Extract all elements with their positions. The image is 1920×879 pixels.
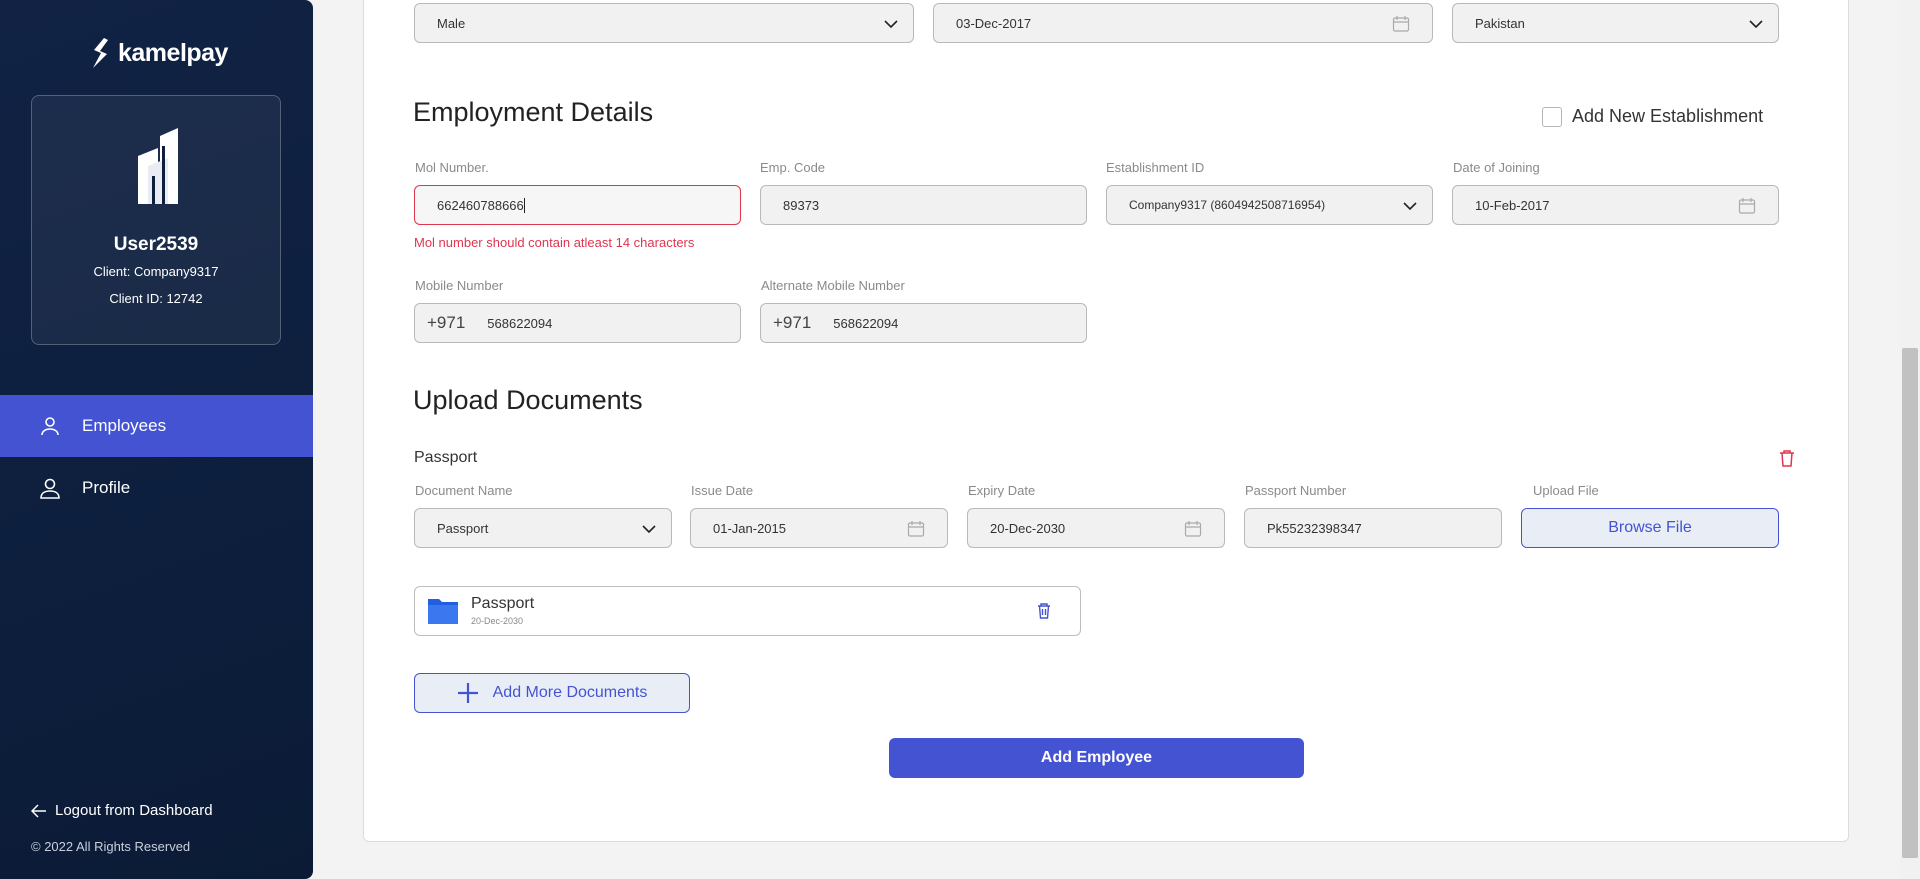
chevron-down-icon — [884, 20, 898, 29]
calendar-icon — [1392, 16, 1410, 32]
doc-name-label: Document Name — [415, 483, 513, 498]
add-employee-button[interactable]: Add Employee — [889, 738, 1304, 778]
calendar-icon — [1184, 521, 1202, 537]
user-icon — [40, 478, 60, 499]
nationality-select[interactable]: Pakistan — [1452, 3, 1779, 43]
document-heading: Passport — [414, 449, 478, 466]
expiry-date-field[interactable]: 20-Dec-2030 — [967, 508, 1225, 548]
mobile-prefix: +971 — [427, 313, 466, 332]
passport-number-value: Pk55232398347 — [1267, 520, 1362, 536]
emp-code-label: Emp. Code — [760, 160, 826, 175]
alt-mobile-prefix: +971 — [773, 313, 812, 332]
passport-number-label: Passport Number — [1245, 483, 1347, 498]
joining-label: Date of Joining — [1453, 160, 1540, 175]
mobile-value: 568622094 — [487, 315, 553, 331]
logout-label: Logout from Dashboard — [55, 802, 213, 819]
copyright: © 2022 All Rights Reserved — [31, 839, 191, 854]
delete-file-icon[interactable] — [1037, 602, 1051, 619]
emp-code-value: 89373 — [783, 197, 820, 213]
folder-icon — [428, 599, 458, 624]
upload-file-label: Upload File — [1533, 483, 1599, 498]
user-name: User2539 — [113, 234, 199, 255]
add-more-documents-button[interactable]: Add More Documents — [414, 673, 690, 713]
doc-name-value: Passport — [437, 520, 489, 536]
doc-name-select[interactable]: Passport — [414, 508, 672, 548]
mobile-label: Mobile Number — [415, 278, 504, 293]
establishment-select[interactable]: Company9317 (8604942508716954) — [1106, 185, 1433, 225]
sidebar: kamelpay User2539 Client: Company9317 Cl… — [0, 0, 313, 879]
browse-file-button[interactable]: Browse File — [1521, 508, 1779, 548]
scrollbar-thumb[interactable] — [1902, 348, 1918, 858]
mol-error-message: Mol number should contain atleast 14 cha… — [414, 235, 695, 250]
issue-date-label: Issue Date — [691, 483, 754, 498]
mobile-input[interactable]: +971 568622094 — [414, 303, 741, 343]
add-establishment-checkbox[interactable] — [1542, 107, 1562, 127]
kamelpay-logo-icon — [93, 38, 108, 68]
upload-documents-title: Upload Documents — [413, 385, 643, 415]
passport-number-input[interactable]: Pk55232398347 — [1244, 508, 1502, 548]
establishment-label: Establishment ID — [1106, 160, 1205, 175]
calendar-icon — [1738, 198, 1756, 214]
brand-logo[interactable]: kamelpay — [88, 36, 228, 70]
employment-title: Employment Details — [413, 97, 654, 127]
gender-select[interactable]: Male — [414, 3, 914, 43]
arrow-left-icon — [31, 803, 46, 818]
chevron-down-icon — [1749, 20, 1763, 29]
add-more-label: Add More Documents — [492, 684, 648, 701]
client-name: Client: Company9317 — [93, 264, 219, 279]
chevron-down-icon — [642, 525, 656, 534]
file-name: Passport — [471, 595, 535, 612]
add-establishment-label[interactable]: Add New Establishment — [1572, 106, 1763, 127]
user-icon — [41, 417, 59, 436]
mol-label: Mol Number. — [415, 160, 489, 175]
issue-date-value: 01-Jan-2015 — [713, 520, 786, 536]
client-id: Client ID: 12742 — [109, 291, 203, 306]
dob-value: 03-Dec-2017 — [956, 15, 1032, 31]
calendar-icon — [907, 521, 925, 537]
delete-document-icon[interactable] — [1779, 449, 1795, 467]
nav-item-employees[interactable]: Employees — [0, 395, 313, 457]
nav-item-label: Employees — [82, 416, 167, 435]
issue-date-field[interactable]: 01-Jan-2015 — [690, 508, 948, 548]
brand-name: kamelpay — [118, 38, 228, 67]
expiry-date-label: Expiry Date — [968, 483, 1036, 498]
nav-item-profile[interactable]: Profile — [0, 457, 313, 519]
logout-link[interactable]: Logout from Dashboard — [31, 802, 213, 819]
gender-value: Male — [437, 15, 466, 31]
establishment-value: Company9317 (8604942508716954) — [1129, 198, 1326, 212]
nationality-value: Pakistan — [1475, 15, 1525, 31]
mol-input[interactable]: 662460788666 — [414, 185, 741, 225]
alt-mobile-input[interactable]: +971 568622094 — [760, 303, 1087, 343]
file-date: 20-Dec-2030 — [471, 616, 524, 626]
emp-code-input[interactable]: 89373 — [760, 185, 1087, 225]
alt-mobile-value: 568622094 — [833, 315, 899, 331]
mol-value: 662460788666 — [437, 197, 524, 213]
nav-item-label: Profile — [82, 478, 131, 497]
uploaded-file-card: Passport 20-Dec-2030 — [414, 586, 1081, 636]
joining-value: 10-Feb-2017 — [1475, 197, 1550, 213]
user-card: User2539 Client: Company9317 Client ID: … — [31, 95, 281, 345]
expiry-date-value: 20-Dec-2030 — [990, 520, 1066, 536]
joining-date-field[interactable]: 10-Feb-2017 — [1452, 185, 1779, 225]
dob-field[interactable]: 03-Dec-2017 — [933, 3, 1433, 43]
building-icon — [138, 128, 178, 204]
plus-icon — [457, 683, 478, 703]
chevron-down-icon — [1403, 202, 1417, 211]
alt-mobile-label: Alternate Mobile Number — [761, 278, 905, 293]
